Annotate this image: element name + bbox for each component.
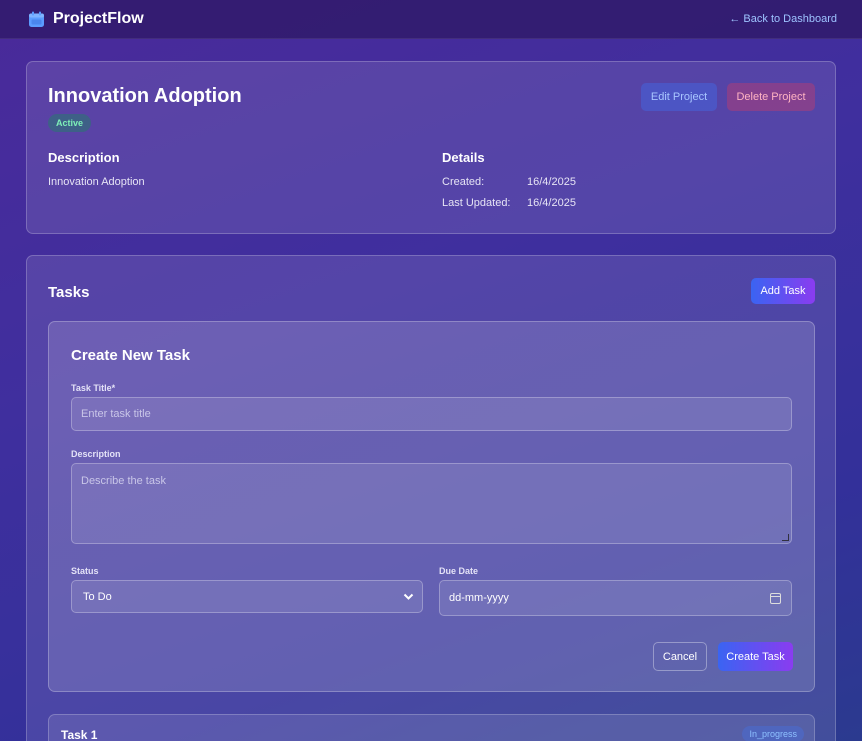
calendar-icon[interactable] — [770, 592, 781, 604]
details-heading: Details — [442, 150, 485, 165]
tasks-heading: Tasks — [48, 284, 90, 301]
task-status-badge: In_progress — [742, 726, 804, 741]
brand[interactable]: ProjectFlow — [28, 10, 144, 28]
status-badge: Active — [48, 114, 92, 132]
delete-project-button[interactable]: Delete Project — [727, 83, 815, 111]
task-title-label: Task Title* — [71, 383, 116, 393]
status-select[interactable]: To Do — [71, 580, 423, 613]
project-card: Innovation Adoption Active Edit Project … — [26, 61, 836, 234]
form-title: Create New Task — [71, 347, 190, 364]
task-item-title: Task 1 — [61, 728, 98, 741]
task-description-placeholder: Describe the task — [81, 475, 166, 487]
calendar-icon — [29, 11, 44, 27]
description-label: Description — [71, 449, 121, 459]
due-date-placeholder: dd-mm-yyyy — [449, 592, 509, 604]
status-label: Status — [71, 566, 99, 576]
create-task-button[interactable]: Create Task — [718, 642, 793, 671]
task-list-item[interactable]: Task 1 In_progress — [48, 714, 815, 741]
task-title-placeholder: Enter task title — [81, 408, 151, 420]
app-name: ProjectFlow — [53, 10, 144, 27]
created-value: 16/4/2025 — [527, 176, 576, 188]
last-updated-label: Last Updated: — [442, 197, 511, 209]
task-description-textarea[interactable]: Describe the task — [71, 463, 792, 544]
description-heading: Description — [48, 150, 120, 165]
edit-project-button[interactable]: Edit Project — [641, 83, 717, 111]
task-title-input[interactable]: Enter task title — [71, 397, 792, 431]
cancel-button[interactable]: Cancel — [653, 642, 707, 671]
tasks-card: Tasks Add Task Create New Task Task Titl… — [26, 255, 836, 741]
project-title: Innovation Adoption — [48, 85, 242, 107]
top-navbar: ProjectFlow ← Back to Dashboard — [0, 0, 862, 39]
due-date-input[interactable]: dd-mm-yyyy — [439, 580, 792, 616]
due-date-label: Due Date — [439, 566, 479, 576]
resize-handle-icon[interactable] — [782, 534, 789, 541]
status-selected-value: To Do — [83, 590, 112, 603]
back-to-dashboard-link[interactable]: ← Back to Dashboard — [729, 13, 837, 25]
created-label: Created: — [442, 176, 485, 188]
chevron-down-icon — [403, 593, 414, 600]
project-description: Innovation Adoption — [48, 176, 145, 188]
add-task-button[interactable]: Add Task — [751, 278, 815, 304]
create-task-form: Create New Task Task Title* Enter task t… — [48, 321, 815, 692]
last-updated-value: 16/4/2025 — [527, 197, 576, 209]
